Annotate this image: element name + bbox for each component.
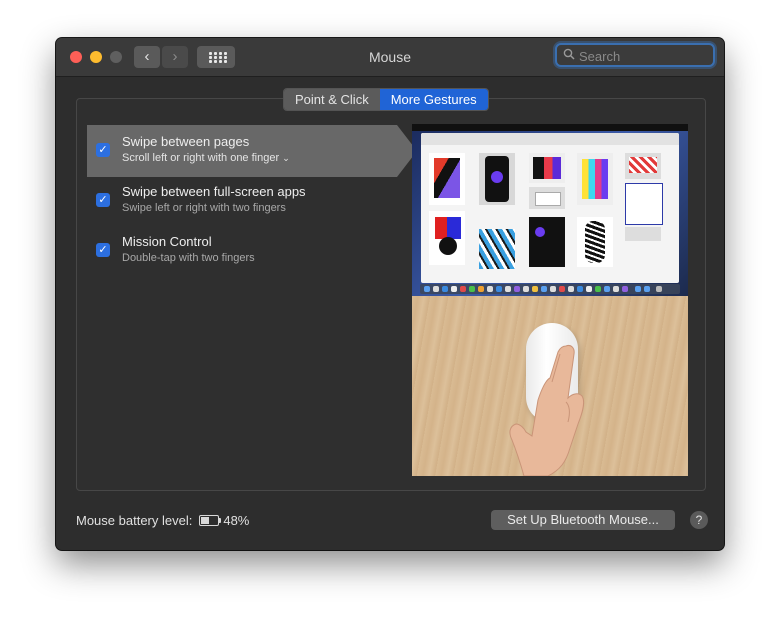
checkmark-icon: ✓ [98, 144, 108, 156]
gesture-title: Mission Control [122, 234, 212, 249]
battery-status: Mouse battery level: 48% [76, 513, 249, 528]
mission-control-checkbox[interactable]: ✓ [96, 243, 110, 257]
tab-bar: Point & Click More Gestures [283, 88, 489, 111]
tab-more-gestures[interactable]: More Gestures [379, 89, 488, 110]
checkmark-icon: ✓ [98, 244, 108, 256]
preview-menu-bar [412, 124, 688, 131]
preview-desk [412, 296, 688, 476]
help-button[interactable]: ? [690, 511, 708, 529]
gesture-preview-video [412, 124, 688, 476]
checkmark-icon: ✓ [98, 194, 108, 206]
search-input[interactable] [577, 46, 711, 66]
gesture-subtitle: Swipe left or right with two fingers [122, 202, 286, 214]
gesture-row-mission-control[interactable]: ✓ Mission Control Double-tap with two fi… [87, 225, 397, 277]
title-bar: ‹ › Mouse [56, 38, 724, 77]
gesture-subtitle: Scroll left or right with one finger [122, 152, 280, 164]
setup-bluetooth-mouse-button[interactable]: Set Up Bluetooth Mouse... [491, 510, 675, 530]
tab-point-and-click[interactable]: Point & Click [284, 89, 380, 110]
swipe-apps-checkbox[interactable]: ✓ [96, 193, 110, 207]
gesture-row-swipe-pages[interactable]: ✓ Swipe between pages Scroll left or rig… [87, 125, 417, 177]
gesture-title: Swipe between pages [122, 134, 250, 149]
battery-percent: 48% [223, 513, 250, 528]
search-field[interactable] [555, 43, 715, 67]
gesture-option-dropdown[interactable]: Scroll left or right with one finger ⌄ [122, 152, 290, 164]
preferences-window: ‹ › Mouse Point & Click More [56, 38, 724, 550]
hand-image [509, 345, 585, 476]
battery-label: Mouse battery level: [76, 513, 193, 528]
swipe-pages-checkbox[interactable]: ✓ [96, 143, 110, 157]
chevron-down-icon: ⌄ [282, 153, 290, 163]
preview-screen [412, 124, 688, 296]
gesture-subtitle: Double-tap with two fingers [122, 252, 255, 264]
gesture-title: Swipe between full-screen apps [122, 184, 306, 199]
gesture-row-swipe-apps[interactable]: ✓ Swipe between full-screen apps Swipe l… [87, 175, 397, 227]
battery-icon [199, 515, 222, 526]
preview-browser-window [421, 133, 679, 283]
search-icon [563, 48, 575, 60]
preview-dock [420, 284, 680, 294]
